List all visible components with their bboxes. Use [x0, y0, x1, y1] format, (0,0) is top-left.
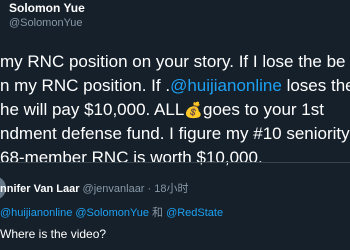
tweet-text-line: he will pay $10,000. ALL💰goes to your 1s…	[0, 98, 324, 123]
replying-to: @huijianonline @SolomonYue 和 @RedState	[0, 206, 223, 220]
tweet-text-segment: goes to your 1st	[203, 100, 324, 119]
mention-link[interactable]: @huijianonline	[170, 76, 282, 95]
separator: ·	[144, 183, 155, 195]
tweet-view: Solomon Yue @SolomonYue my RNC position …	[0, 0, 350, 250]
reply-text: Where is the video?	[0, 227, 107, 241]
reply-author-handle[interactable]: @jenvanlaar	[83, 183, 145, 195]
replying-to-and: 和	[148, 207, 167, 219]
mention-link[interactable]: @huijianonline	[0, 207, 72, 219]
money-bag-icon: 💰	[184, 102, 203, 119]
reply-timestamp[interactable]: 18小时	[154, 183, 188, 195]
tweet-text-segment: he will pay $10,000. ALL	[0, 100, 185, 119]
tweet-author-name[interactable]: Solomon Yue	[9, 0, 85, 16]
mention-link[interactable]: @RedState	[166, 207, 223, 219]
tweet-text-line: 68-member RNC is worth $10,000.	[0, 148, 263, 167]
tweet-text-segment: n my RNC position. If .	[0, 76, 171, 95]
divider	[0, 162, 350, 163]
mention-link[interactable]: @SolomonYue	[75, 207, 149, 219]
tweet-author-handle[interactable]: @SolomonYue	[9, 16, 83, 30]
tweet-text-line: my RNC position on your story. If I lose…	[0, 52, 346, 71]
tweet-text-line: ndment defense fund. I figure my #10 sen…	[0, 124, 350, 143]
tweet-text-segment: loses the	[281, 76, 350, 95]
reply-author-name[interactable]: nnifer Van Laar	[0, 183, 79, 195]
tweet-text-line: n my RNC position. If .@huijianonline lo…	[0, 74, 350, 98]
reply-header: nnifer Van Laar @jenvanlaar · 18小时	[0, 182, 189, 196]
